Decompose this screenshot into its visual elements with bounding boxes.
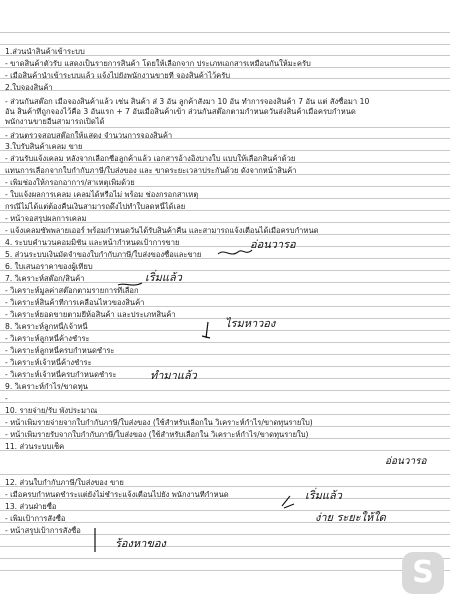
section-heading-12: 12. ส่วนใบกำกับภาษี/ใบส่งของ ขาย: [5, 478, 124, 487]
handwritten-note: เริ่มแล้ว: [145, 271, 182, 284]
handwritten-note: อ่อนวารอ: [385, 456, 427, 467]
ruled-line: [0, 127, 450, 128]
note-line: -: [5, 394, 8, 403]
handwritten-note: ง่าย ระยะให้ใด: [315, 511, 386, 524]
handwritten-note: ร้องหาของ: [115, 537, 166, 550]
note-line: - ส่วนตรวจสอบสต๊อกให้แสดง จำนวนการจองสิน…: [5, 131, 173, 140]
note-line: - ใบแจ้งผลการเคลม เคลมได้หรือไม่ พร้อม ช…: [5, 190, 199, 199]
note-line: - วิเคราะห์มูลค่าสต๊อกตามรายการที่เลือก: [5, 286, 139, 295]
note-line: - หน้าเพิ่มรายรับจากใบกำกับภาษี/ใบส่งของ…: [5, 430, 309, 439]
note-line: - หน้าจอสรุปผลการเคลม: [5, 214, 87, 223]
note-line: - เมื่อสินค้านำเข้าระบบแล้ว แจ้งไปยังพนั…: [5, 71, 231, 80]
note-line: - เมื่อครบกำหนดชำระแต่ยังไม่ชำระแจ้งเตือ…: [5, 490, 229, 499]
note-line: - เพิ่มช่องให้กรอกอาการ/สาเหตุเพิ่มด้วย: [5, 178, 135, 187]
logo-letter: S: [412, 555, 434, 590]
section-heading-3: 3.ใบรับสินค้าเคลม ขาย: [5, 142, 83, 151]
section-heading-9: 9. วิเคราะห์กำไร/ขาดทุน: [5, 382, 88, 391]
note-line: - ขาดสินค้าตัวรับ แสดงเป็นรายการสินค้า โ…: [5, 59, 311, 68]
section-heading-11: 11. ส่วนระบบเช็ค: [5, 442, 65, 451]
section-heading-5: 5. ส่วนระบบเงินมัดจำของใบกำกับภาษี/ใบส่ง…: [5, 250, 202, 259]
handwritten-note: ไรมหาวอง: [225, 317, 276, 330]
note-line: - วิเคราะห์เจ้าหนี้ค้างชำระ: [5, 358, 92, 367]
note-line: - ส่วนรับแจ้งเคลม หลังจากเลือกชื่อลูกค้า…: [5, 154, 296, 163]
note-sheet: 1.ส่วนนำสินค้าเข้าระบบ - ขาดสินค้าตัวรับ…: [0, 0, 450, 600]
ruled-line: [0, 474, 450, 475]
section-heading-6: 6. ใบเสนอราคาของผู้เทียบ: [5, 262, 93, 271]
ruled-line: [0, 546, 450, 547]
section-heading-4: 4. ระบบคำนวนคอมมิชั่น และหน้ากำหนดเป้ากา…: [5, 238, 180, 247]
ruled-line: [0, 44, 450, 45]
section-heading-7: 7. วิเคราะห์สต๊อก/สินค้า: [5, 274, 85, 283]
handwritten-note: เริ่มแล้ว: [305, 489, 342, 502]
app-logo-watermark: S: [402, 552, 444, 594]
note-line: - วิเคราะห์สินค้าที่การเคลื่อนไหวของสินค…: [5, 298, 145, 307]
ruled-line: [0, 32, 450, 33]
section-heading-1: 1.ส่วนนำสินค้าเข้าระบบ: [5, 47, 85, 56]
note-line: - วิเคราะห์เจ้าหนี้ครบกำหนดชำระ: [5, 370, 117, 379]
handwritten-dash: [117, 282, 143, 286]
note-line: อัน สินค้าที่ถูกจองไว้คือ 3 อันแรก + 7 อ…: [5, 107, 356, 116]
note-line: - วิเคราะห์ลูกหนี้ค้างชำระ: [5, 334, 90, 343]
ruled-line: [0, 570, 450, 571]
handwritten-note: อ่อนวารอ: [250, 238, 296, 251]
section-heading-10: 10. รายจ่าย/รับ พังประมาณ: [5, 406, 98, 415]
handwritten-note: ทำมาแล้ว: [150, 369, 197, 382]
note-line: แทนการเลือกจากใบกำกับภาษี/ใบส่งของ และ ข…: [5, 166, 297, 175]
note-line: - วิเคราะห์ลูกหนี้ครบกำหนดชำระ: [5, 346, 115, 355]
note-line: - หน้าเพิ่มรายจ่ายจากใบกำกับภาษี/ใบส่งขอ…: [5, 418, 313, 427]
note-line: - ส่วนกันสต๊อก เมื่อจองสินค้าแล้ว เช่น ส…: [5, 97, 370, 106]
section-heading-2: 2.ใบจองสินค้า: [5, 83, 53, 92]
note-line: - แจ้งเคลมซัพพลายเออร์ พร้อมกำหนดวันได้ร…: [5, 226, 319, 235]
note-line: - หน้าสรุปเป้าการสั่งซื้อ: [5, 526, 81, 535]
note-line: พนักงานขายอื่นสามารถเปิดได้: [5, 117, 105, 126]
ruled-line: [0, 558, 450, 559]
note-line: กรณีไม่ได้แต่ต้องคืนเงินสามารถดึงไปทำใบล…: [5, 202, 186, 211]
